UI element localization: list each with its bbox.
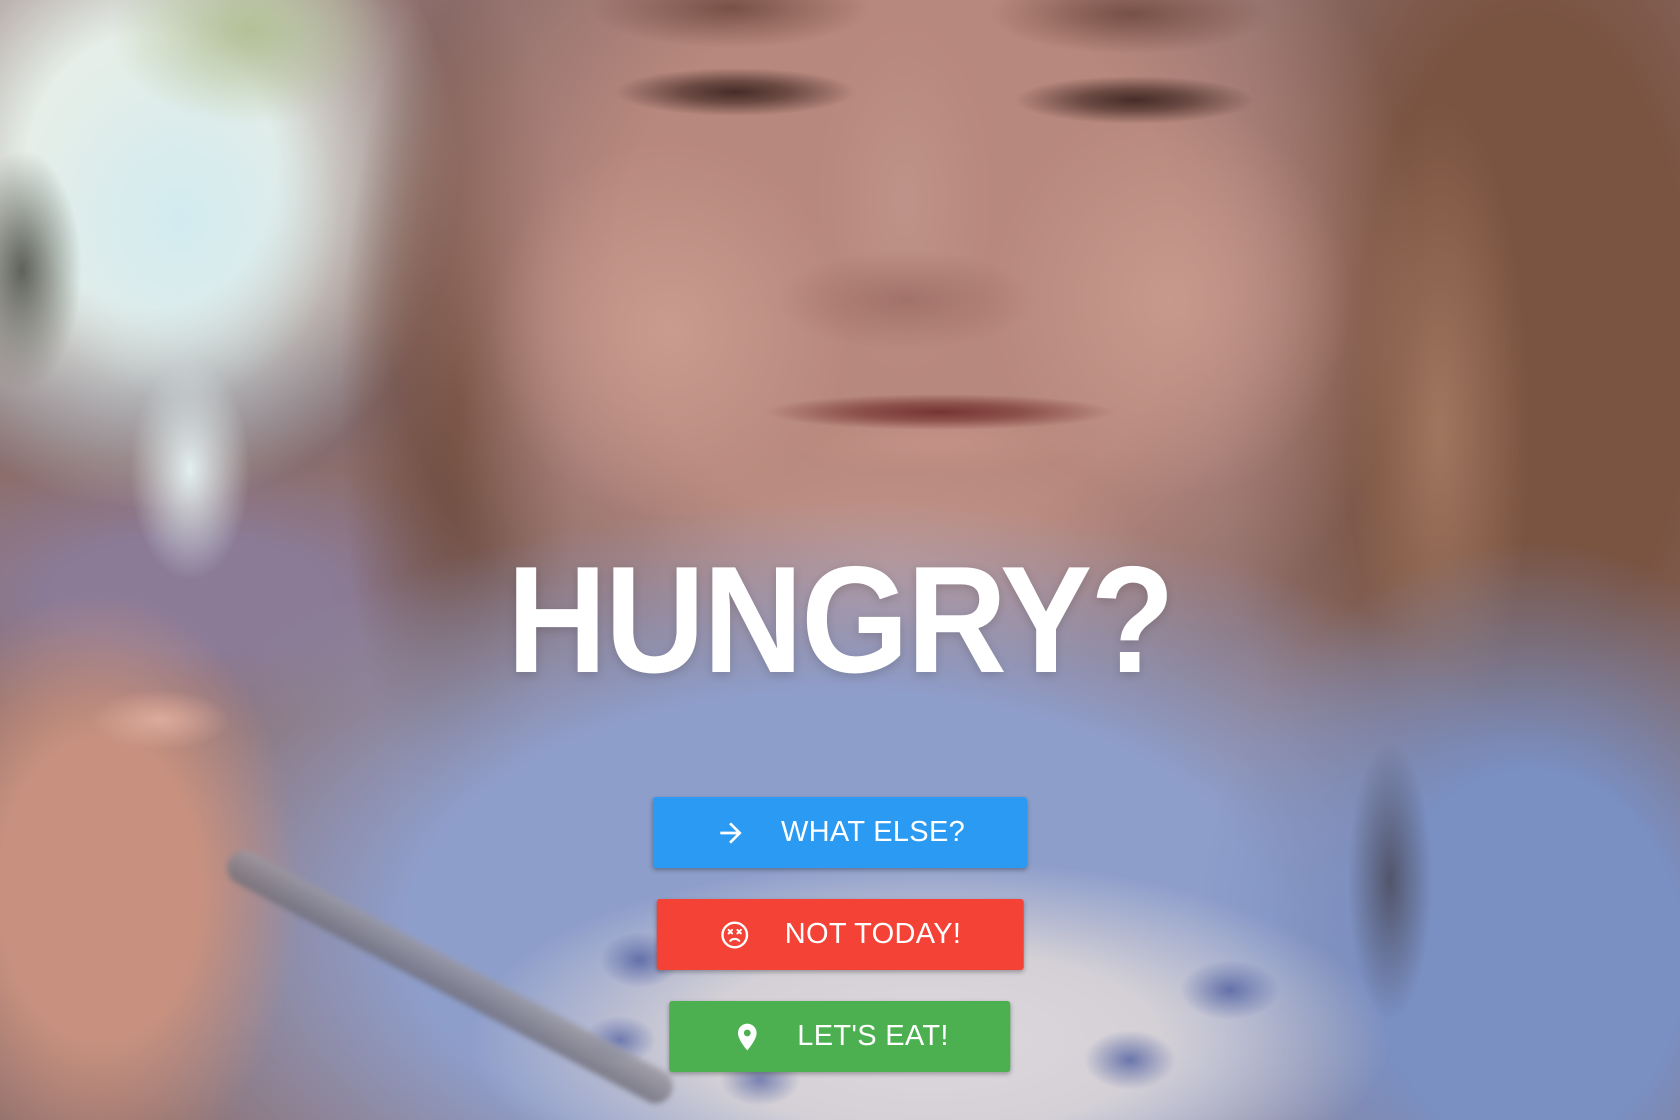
what-else-label: WHAT ELSE?	[780, 816, 966, 848]
arrow-right-icon	[720, 821, 742, 844]
page-title: HUNGRY?	[506, 535, 1175, 705]
lets-eat-button[interactable]: LET'S EAT!	[669, 1001, 1011, 1072]
not-today-label: NOT TODAY!	[784, 918, 962, 950]
what-else-button[interactable]: WHAT ELSE?	[652, 797, 1028, 868]
lets-eat-label: LET'S EAT!	[797, 1020, 949, 1052]
not-today-button[interactable]: NOT TODAY!	[656, 899, 1024, 970]
fork-shape	[221, 844, 679, 1110]
map-pin-icon	[737, 1023, 757, 1050]
dizzy-face-icon	[721, 921, 749, 948]
